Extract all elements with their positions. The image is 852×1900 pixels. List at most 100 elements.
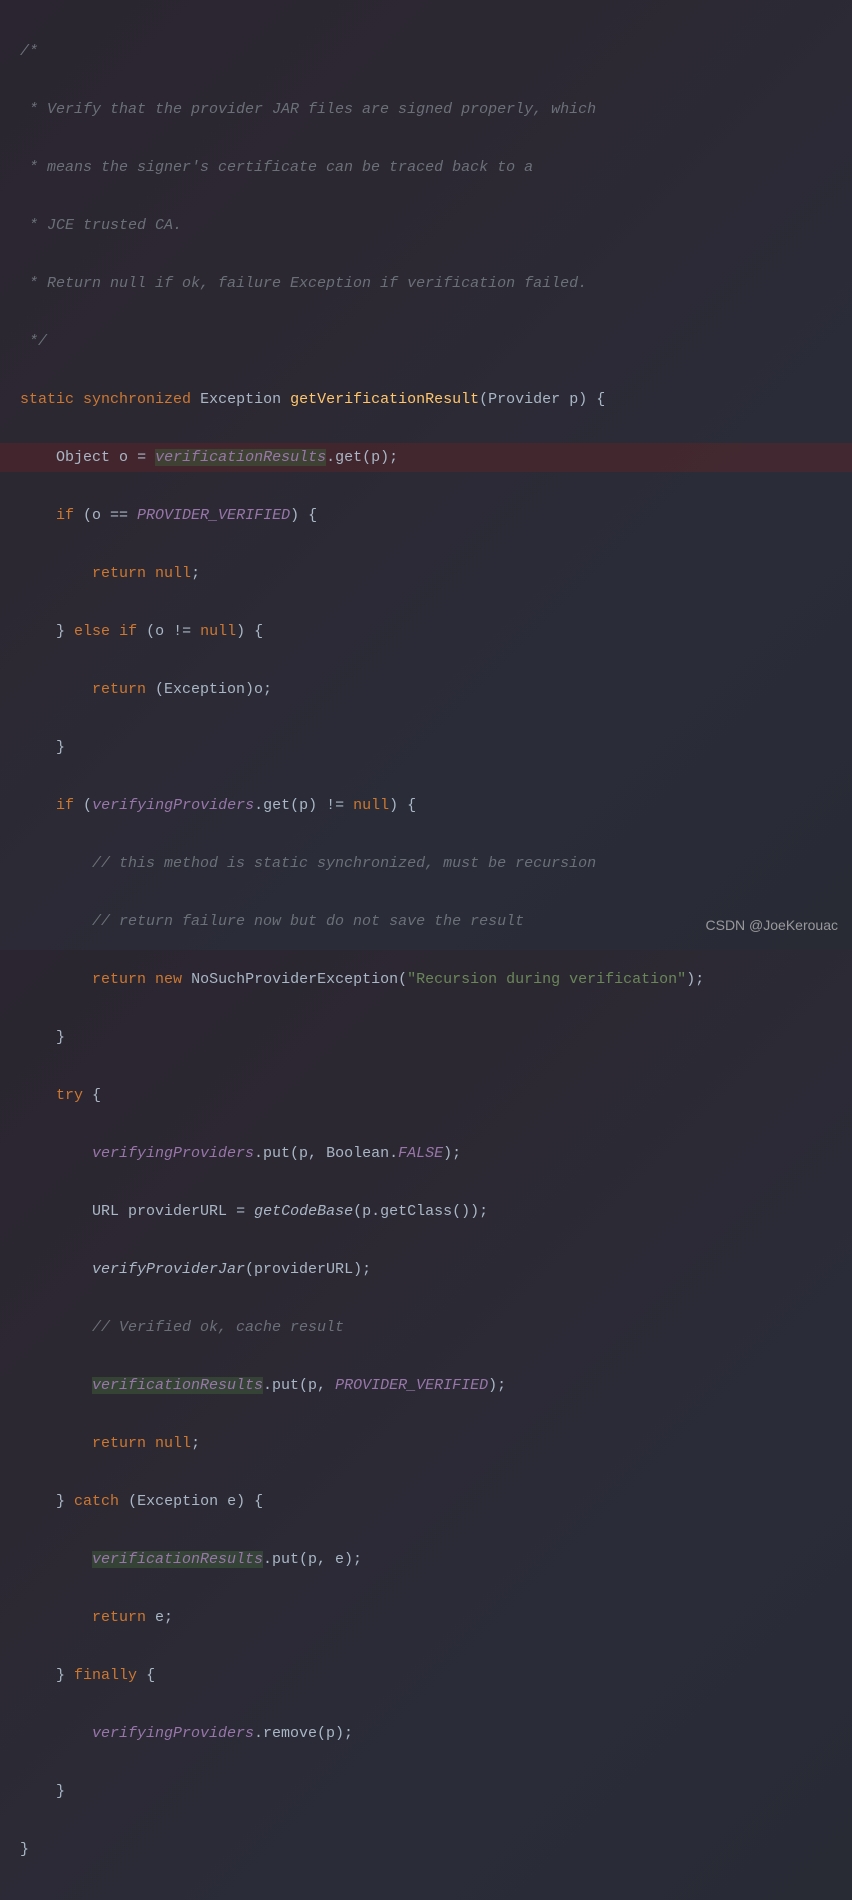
keyword: return xyxy=(92,681,146,698)
keyword: static xyxy=(20,391,74,408)
code-line: } xyxy=(0,733,852,762)
code-line: // Verified ok, cache result xyxy=(0,1313,852,1342)
text: .get(p) != xyxy=(254,797,353,814)
text: e; xyxy=(146,1609,173,1626)
type: NoSuchProviderException xyxy=(191,971,398,988)
field: verificationResults xyxy=(92,1551,263,1568)
code-line: return new NoSuchProviderException("Recu… xyxy=(0,965,852,994)
paren: ( xyxy=(83,797,92,814)
field: verificationResults xyxy=(92,1377,263,1394)
field: verifyingProviders xyxy=(92,797,254,814)
text: ) { xyxy=(290,507,317,524)
code-line: return null; xyxy=(0,1429,852,1458)
field: verifyingProviders xyxy=(92,1725,254,1742)
text: (Exception)o; xyxy=(146,681,272,698)
type: Boolean xyxy=(326,1145,389,1162)
var: o xyxy=(119,449,128,466)
text: .remove(p); xyxy=(254,1725,353,1742)
comment-text: // return failure now but do not save th… xyxy=(92,913,524,930)
comment-text: /* xyxy=(20,43,38,60)
keyword: null xyxy=(155,1435,191,1452)
type: Exception xyxy=(200,391,281,408)
keyword: try xyxy=(56,1087,83,1104)
var: providerURL xyxy=(128,1203,227,1220)
code-line: if (verifyingProviders.get(p) != null) { xyxy=(0,791,852,820)
keyword: null xyxy=(353,797,389,814)
keyword: null xyxy=(155,565,191,582)
watermark-text: CSDN @JoeKerouac xyxy=(706,911,839,940)
type: URL xyxy=(92,1203,119,1220)
code-line: } xyxy=(0,1835,852,1864)
semi: ; xyxy=(191,1435,200,1452)
code-line: return null; xyxy=(0,559,852,588)
code-editor: /* * Verify that the provider JAR files … xyxy=(0,0,852,1900)
code-line: } xyxy=(0,1777,852,1806)
comment-text: // Verified ok, cache result xyxy=(92,1319,344,1336)
text: (o != xyxy=(137,623,200,640)
code-line: if (o == PROVIDER_VERIFIED) { xyxy=(0,501,852,530)
code-line: verificationResults.put(p, e); xyxy=(0,1545,852,1574)
keyword: return xyxy=(92,1609,146,1626)
dot: . xyxy=(389,1145,398,1162)
text: .put(p, xyxy=(263,1377,335,1394)
method-call: getCodeBase xyxy=(254,1203,353,1220)
code-line: verificationResults.put(p, PROVIDER_VERI… xyxy=(0,1371,852,1400)
text: .put(p, e); xyxy=(263,1551,362,1568)
text: ); xyxy=(443,1145,461,1162)
text: (o == xyxy=(74,507,137,524)
keyword: null xyxy=(200,623,236,640)
method-call: verifyProviderJar xyxy=(92,1261,245,1278)
constant: PROVIDER_VERIFIED xyxy=(137,507,290,524)
brace: } xyxy=(56,1783,65,1800)
keyword: catch xyxy=(74,1493,119,1510)
operator: = xyxy=(227,1203,254,1220)
text: (providerURL); xyxy=(245,1261,371,1278)
method-name: getVerificationResult xyxy=(290,391,479,408)
code-line: * means the signer's certificate can be … xyxy=(0,153,852,182)
keyword: finally xyxy=(74,1667,137,1684)
code-line: } finally { xyxy=(0,1661,852,1690)
paren: ( xyxy=(398,971,407,988)
text: ); xyxy=(686,971,704,988)
brace: } xyxy=(56,739,65,756)
text: (Exception e) { xyxy=(119,1493,263,1510)
code-line: verifyingProviders.put(p, Boolean.FALSE)… xyxy=(0,1139,852,1168)
brace: { xyxy=(596,391,605,408)
code-line: /* xyxy=(0,37,852,66)
comment-text: // this method is static synchronized, m… xyxy=(92,855,596,872)
type: Object xyxy=(56,449,110,466)
type: Provider xyxy=(488,391,560,408)
code-line: // this method is static synchronized, m… xyxy=(0,849,852,878)
comment-text: */ xyxy=(20,333,47,350)
string-literal: "Recursion during verification" xyxy=(407,971,686,988)
method-call: .get(p); xyxy=(326,449,398,466)
keyword: new xyxy=(155,971,182,988)
keyword: synchronized xyxy=(83,391,191,408)
code-line: */ xyxy=(0,327,852,356)
keyword: if xyxy=(56,507,74,524)
text: .put(p, xyxy=(254,1145,326,1162)
brace: } xyxy=(20,1841,29,1858)
code-line: * Return null if ok, failure Exception i… xyxy=(0,269,852,298)
operator: = xyxy=(128,449,155,466)
code-line: } else if (o != null) { xyxy=(0,617,852,646)
code-line: } xyxy=(0,1023,852,1052)
text: (p.getClass()); xyxy=(353,1203,488,1220)
text: ) { xyxy=(389,797,416,814)
keyword: return xyxy=(92,971,146,988)
keyword: if xyxy=(119,623,137,640)
brace: { xyxy=(92,1087,101,1104)
code-line: verifyProviderJar(providerURL); xyxy=(0,1255,852,1284)
text: ) { xyxy=(236,623,263,640)
field: verifyingProviders xyxy=(92,1145,254,1162)
keyword: else xyxy=(74,623,110,640)
constant: FALSE xyxy=(398,1145,443,1162)
constant: PROVIDER_VERIFIED xyxy=(335,1377,488,1394)
code-line: return e; xyxy=(0,1603,852,1632)
comment-text: * Verify that the provider JAR files are… xyxy=(20,101,596,118)
brace: } xyxy=(56,1493,65,1510)
comment-text: * Return null if ok, failure Exception i… xyxy=(20,275,587,292)
keyword: return xyxy=(92,565,146,582)
brace: } xyxy=(56,1667,65,1684)
code-line: URL providerURL = getCodeBase(p.getClass… xyxy=(0,1197,852,1226)
